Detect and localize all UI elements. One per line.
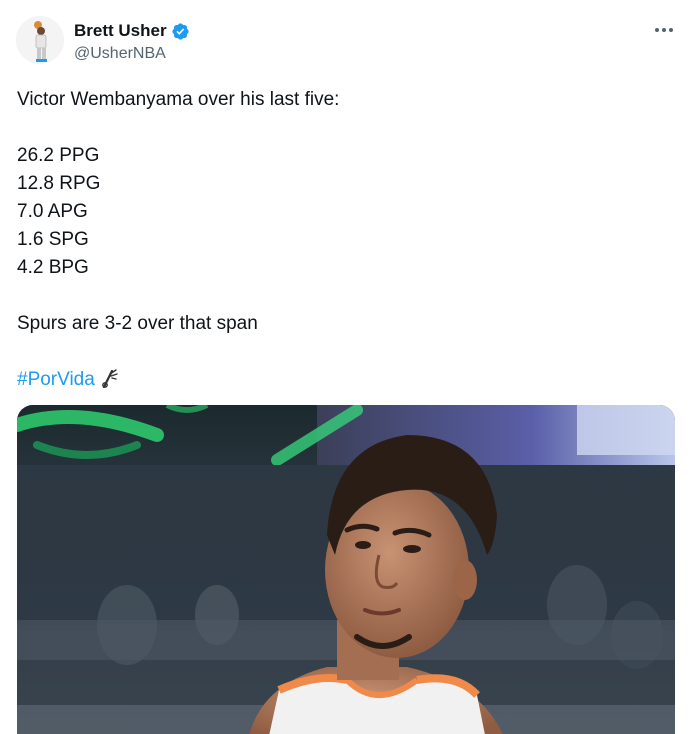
author-name[interactable]: Brett Usher [74,21,167,41]
stat-line: 12.8 RPG [17,173,101,194]
stat-line: 26.2 PPG [17,145,100,166]
tweet-record: Spurs are 3-2 over that span [17,313,258,334]
tweet-intro: Victor Wembanyama over his last five: [17,89,340,110]
hashtag-link[interactable]: #PorVida [17,369,95,390]
author-handle[interactable]: @UsherNBA [74,45,190,63]
author-info: Brett Usher @UsherNBA [74,19,190,63]
avatar-image [16,16,64,64]
tweet-media-photo[interactable] [17,405,675,734]
spurs-emoji-icon [101,368,119,389]
hashtag-line: #PorVida [17,366,339,394]
avatar[interactable] [16,16,64,64]
stat-line: 7.0 APG [17,201,88,222]
tweet[interactable]: Brett Usher @UsherNBA Victor Wembanyama … [0,0,690,734]
verified-badge-icon [171,22,190,41]
stat-line: 4.2 BPG [17,257,89,278]
more-options-icon[interactable] [652,20,676,40]
tweet-text: Victor Wembanyama over his last five: 26… [17,86,339,394]
player-photo [17,405,675,734]
stat-line: 1.6 SPG [17,229,89,250]
